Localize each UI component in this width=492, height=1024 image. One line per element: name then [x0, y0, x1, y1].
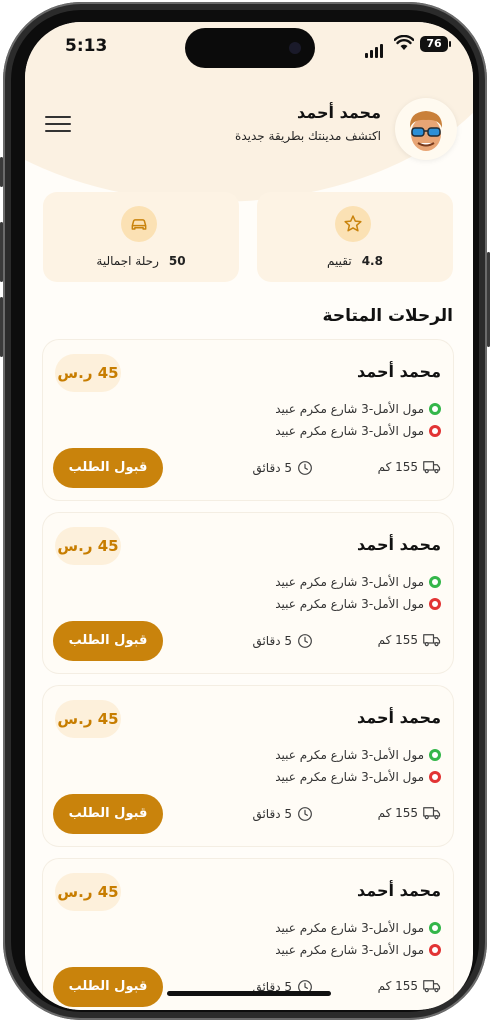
trip-card: 45 ر.س محمد أحمد مول الأمل-3 شارع مكرم ع…: [43, 340, 453, 500]
trip-customer-name: محمد أحمد: [357, 362, 441, 381]
signal-icon: [365, 39, 385, 58]
trips-total-label: رحلة اجمالية: [96, 254, 159, 268]
trip-card: 45 ر.س محمد أحمد مول الأمل-3 شارع مكرم ع…: [43, 513, 453, 673]
pickup-location: مول الأمل-3 شارع مكرم عبيد: [275, 748, 441, 762]
trip-customer-name: محمد أحمد: [357, 708, 441, 727]
section-title: الرحلات المتاحة: [322, 306, 453, 326]
status-bar: 5:13 76: [25, 22, 473, 74]
trip-customer-name: محمد أحمد: [357, 535, 441, 554]
rating-value: 4.8: [361, 254, 383, 268]
camera-icon: [289, 42, 301, 54]
star-icon: [335, 206, 371, 242]
dropoff-dot-icon: [429, 944, 441, 956]
dropoff-location: مول الأمل-3 شارع مكرم عبيد: [275, 943, 441, 957]
trip-card: 45 ر.س محمد أحمد مول الأمل-3 شارع مكرم ع…: [43, 686, 453, 846]
dynamic-island: [185, 28, 315, 68]
pickup-dot-icon: [429, 922, 441, 934]
truck-icon: [423, 807, 441, 820]
clock-icon: [298, 461, 312, 475]
dropoff-dot-icon: [429, 598, 441, 610]
trips-total-card: 50 رحلة اجمالية: [43, 192, 239, 282]
trip-price: 45 ر.س: [55, 873, 121, 911]
user-subtitle: اكتشف مدينتك بطريقة جديدة: [235, 129, 381, 143]
trip-duration: 5 دقائق: [252, 460, 313, 476]
truck-icon: [423, 980, 441, 993]
wifi-icon: [393, 34, 415, 55]
trip-distance: 155 كم: [378, 633, 441, 647]
trip-duration: 5 دقائق: [252, 633, 313, 649]
phone-side-button: [487, 252, 490, 347]
avatar-memoji-icon: [409, 111, 443, 151]
app-screen: 5:13 76 محمد أحمد اكتشف مدينتك بطريقة جد…: [25, 22, 473, 1010]
truck-icon: [423, 634, 441, 647]
trip-duration: 5 دقائق: [252, 806, 313, 822]
profile-header: محمد أحمد اكتشف مدينتك بطريقة جديدة: [25, 94, 473, 164]
pickup-dot-icon: [429, 403, 441, 415]
accept-request-button[interactable]: قبول الطلب: [53, 967, 163, 1007]
pickup-dot-icon: [429, 576, 441, 588]
menu-icon[interactable]: [45, 116, 71, 136]
trip-customer-name: محمد أحمد: [357, 881, 441, 900]
dropoff-location: مول الأمل-3 شارع مكرم عبيد: [275, 424, 441, 438]
pickup-dot-icon: [429, 749, 441, 761]
phone-side-button: [0, 222, 3, 282]
rating-label: تقييم: [327, 254, 352, 268]
pickup-location: مول الأمل-3 شارع مكرم عبيد: [275, 921, 441, 935]
trip-distance: 155 كم: [378, 460, 441, 474]
clock-icon: [298, 634, 312, 648]
pickup-location: مول الأمل-3 شارع مكرم عبيد: [275, 575, 441, 589]
battery-icon: 76: [420, 36, 451, 52]
trip-price: 45 ر.س: [55, 527, 121, 565]
dropoff-dot-icon: [429, 771, 441, 783]
rating-card: 4.8 تقييم: [257, 192, 453, 282]
clock-icon: [298, 807, 312, 821]
accept-request-button[interactable]: قبول الطلب: [53, 794, 163, 834]
status-time: 5:13: [65, 36, 108, 56]
car-icon: [121, 206, 157, 242]
dropoff-dot-icon: [429, 425, 441, 437]
phone-frame: 5:13 76 محمد أحمد اكتشف مدينتك بطريقة جد…: [0, 2, 490, 1020]
home-indicator[interactable]: [167, 991, 331, 996]
accept-request-button[interactable]: قبول الطلب: [53, 621, 163, 661]
truck-icon: [423, 461, 441, 474]
dropoff-location: مول الأمل-3 شارع مكرم عبيد: [275, 597, 441, 611]
pickup-location: مول الأمل-3 شارع مكرم عبيد: [275, 402, 441, 416]
trip-distance: 155 كم: [378, 979, 441, 993]
dropoff-location: مول الأمل-3 شارع مكرم عبيد: [275, 770, 441, 784]
avatar[interactable]: [395, 98, 457, 160]
trip-price: 45 ر.س: [55, 700, 121, 738]
trip-distance: 155 كم: [378, 806, 441, 820]
phone-side-button: [0, 297, 3, 357]
accept-request-button[interactable]: قبول الطلب: [53, 448, 163, 488]
trips-total-value: 50: [168, 254, 186, 268]
trip-price: 45 ر.س: [55, 354, 121, 392]
trip-card: 45 ر.س محمد أحمد مول الأمل-3 شارع مكرم ع…: [43, 859, 453, 1010]
phone-side-button: [0, 157, 3, 187]
user-name: محمد أحمد: [297, 103, 381, 122]
